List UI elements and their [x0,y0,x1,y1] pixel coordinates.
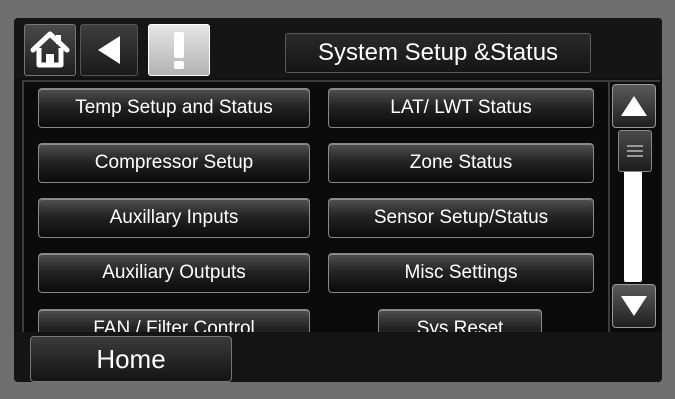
up-arrow-icon [621,96,647,116]
lat-lwt-status-button[interactable]: LAT/ LWT Status [328,88,594,128]
zone-status-button[interactable]: Zone Status [328,143,594,183]
back-arrow-icon [98,36,120,64]
scroll-thumb[interactable] [618,130,652,172]
home-button[interactable]: Home [30,336,232,382]
touch-screen: System Setup &Status Temp Setup and Stat… [14,18,662,382]
menu-area: Temp Setup and Status LAT/ LWT Status Co… [22,80,610,334]
bottom-bar: Home [14,332,662,382]
compressor-setup-button[interactable]: Compressor Setup [38,143,310,183]
temp-setup-button[interactable]: Temp Setup and Status [38,88,310,128]
scroll-down-button[interactable] [612,284,656,328]
auxillary-inputs-button[interactable]: Auxillary Inputs [38,198,310,238]
alert-button[interactable] [148,24,210,76]
sensor-setup-button[interactable]: Sensor Setup/Status [328,198,594,238]
scrollbar [610,80,660,334]
home-icon [30,31,70,68]
auxiliary-outputs-button[interactable]: Auxiliary Outputs [38,253,310,293]
down-arrow-icon [621,296,647,316]
sys-reset-button[interactable]: Sys Reset [378,309,542,332]
home-icon-button[interactable] [24,24,76,76]
misc-settings-button[interactable]: Misc Settings [328,253,594,293]
grip-lines-icon [627,145,643,157]
scroll-up-button[interactable] [612,84,656,128]
page-title: System Setup &Status [285,33,591,73]
fan-filter-control-button[interactable]: FAN / Filter Control [38,309,310,332]
alert-icon [174,32,184,69]
top-bar: System Setup &Status [14,18,662,78]
back-button[interactable] [80,24,138,76]
